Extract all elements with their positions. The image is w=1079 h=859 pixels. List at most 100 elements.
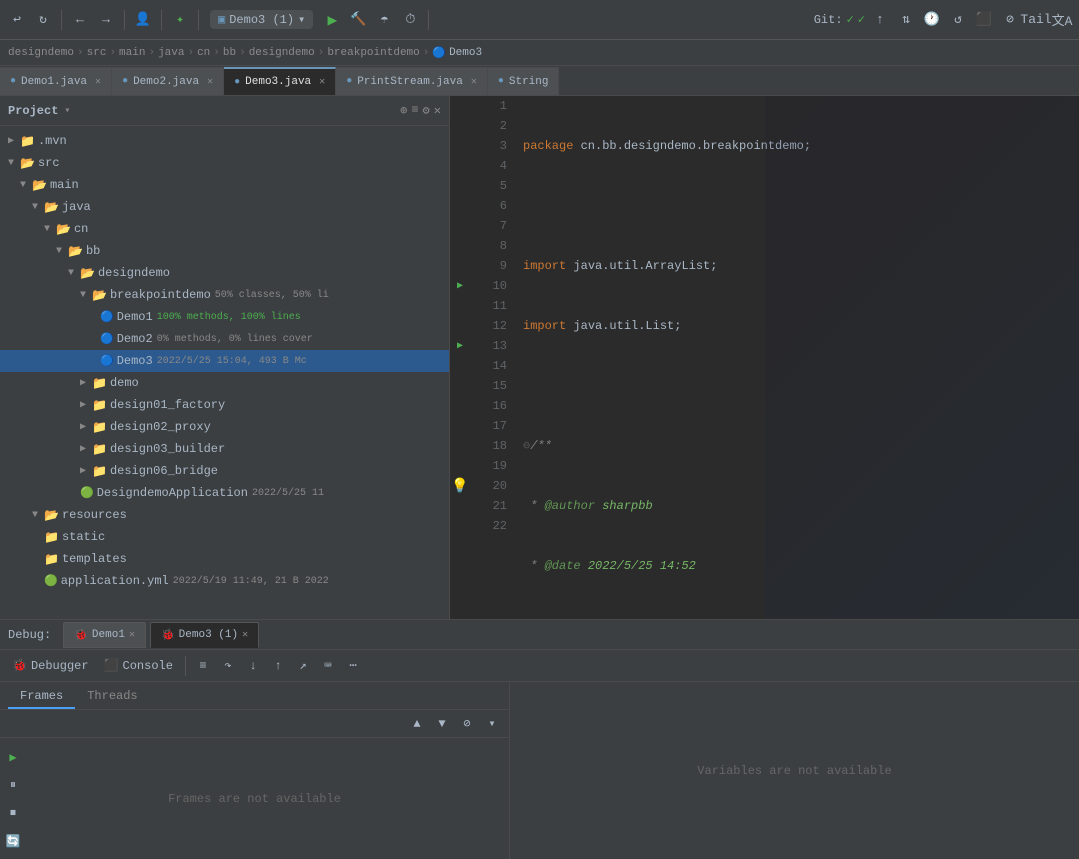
debug-step-over-btn[interactable]: ↷	[217, 655, 239, 677]
tree-src[interactable]: ▼ 📂 src	[0, 152, 449, 174]
profile-btn[interactable]: ⏱	[399, 9, 421, 31]
tree-demo3[interactable]: 🔵 Demo3 2022/5/25 15:04, 493 B Mc	[0, 350, 449, 372]
debug-more-btn[interactable]: ⋯	[342, 655, 364, 677]
debug-evaluate-btn[interactable]: ⌨	[317, 655, 339, 677]
run-config-selector[interactable]: ▣ Demo3 (1) ▾	[210, 10, 313, 29]
debug-session-demo3-close[interactable]: ✕	[242, 629, 248, 641]
git-revert-btn[interactable]: ↺	[947, 9, 969, 31]
tree-demo2[interactable]: 🔵 Demo2 0% methods, 0% lines cover	[0, 328, 449, 350]
project-gear-icon[interactable]: ✕	[434, 103, 441, 118]
refresh-btn[interactable]: ↻	[32, 9, 54, 31]
tab-demo2-close[interactable]: ✕	[207, 76, 213, 88]
tree-design02[interactable]: ▶ 📁 design02_proxy	[0, 416, 449, 438]
cursor-btn[interactable]: ✦	[169, 9, 191, 31]
bc-designdemo2[interactable]: designdemo	[249, 47, 315, 59]
tree-demo3-meta: 2022/5/25 15:04, 493 B Mc	[157, 356, 307, 367]
tree-mvn-label: .mvn	[38, 134, 67, 148]
bc-java[interactable]: java	[158, 47, 184, 59]
tree-designdemo[interactable]: ▼ 📂 designdemo	[0, 262, 449, 284]
tree-demo[interactable]: ▶ 📁 demo	[0, 372, 449, 394]
debug-step-into-btn[interactable]: ↓	[242, 655, 264, 677]
debug-format-btn[interactable]: ≡	[192, 655, 214, 677]
tree-bb[interactable]: ▼ 📂 bb	[0, 240, 449, 262]
debug-session-demo1[interactable]: 🐞 Demo1 ✕	[63, 622, 146, 648]
stop-btn[interactable]: ⊘	[999, 9, 1021, 31]
tab-demo1[interactable]: ● Demo1.java ✕	[0, 67, 112, 95]
translate-btn[interactable]: 文A	[1051, 9, 1073, 31]
tab-threads[interactable]: Threads	[75, 685, 149, 709]
tab-demo1-close[interactable]: ✕	[95, 76, 101, 88]
tree-demo1[interactable]: 🔵 Demo1 100% methods, 100% lines	[0, 306, 449, 328]
frames-up-btn[interactable]: ▲	[406, 713, 428, 735]
console-tab[interactable]: ⬛ Console	[98, 655, 179, 677]
project-collapse-icon[interactable]: ≡	[411, 103, 418, 118]
tree-static[interactable]: 📁 static	[0, 526, 449, 548]
tab-demo2[interactable]: ● Demo2.java ✕	[112, 67, 224, 95]
build-btn[interactable]: 🔨	[347, 9, 369, 31]
bc-cn[interactable]: cn	[197, 47, 210, 59]
project-dropdown-icon[interactable]: ▾	[64, 105, 70, 117]
ln-19: 19	[470, 456, 507, 476]
undo-btn[interactable]: ↩	[6, 9, 28, 31]
frames-settings-btn[interactable]: ▾	[481, 713, 503, 735]
tree-design03[interactable]: ▶ 📁 design03_builder	[0, 438, 449, 460]
tree-java[interactable]: ▼ 📂 java	[0, 196, 449, 218]
code-content[interactable]: package cn.bb.designdemo.breakpointdemo;…	[515, 96, 1079, 619]
git-history-btn[interactable]: 🕐	[921, 9, 943, 31]
debug-run-to-btn[interactable]: ↗	[292, 655, 314, 677]
bc-file-icon: 🔵	[432, 46, 446, 60]
git-check-icon[interactable]: ✓	[847, 12, 854, 27]
debugger-tab[interactable]: 🐞 Debugger	[6, 655, 95, 677]
tab-frames[interactable]: Frames	[8, 685, 75, 709]
ln-20: 20	[470, 476, 507, 496]
ln-18: 18	[470, 436, 507, 456]
git-fetch-btn[interactable]: ⇅	[895, 9, 917, 31]
project-add-icon[interactable]: ⊕	[400, 103, 407, 118]
stop-debug-btn[interactable]: ⏹	[2, 802, 24, 824]
bc-src[interactable]: src	[87, 47, 107, 59]
forward-btn[interactable]: →	[95, 9, 117, 31]
add-btn[interactable]: 👤	[132, 9, 154, 31]
tree-design06[interactable]: ▶ 📁 design06_bridge	[0, 460, 449, 482]
bc-designdemo[interactable]: designdemo	[8, 47, 74, 59]
tree-breakpointdemo[interactable]: ▼ 📂 breakpointdemo 50% classes, 50% li	[0, 284, 449, 306]
tree-templates[interactable]: 📁 templates	[0, 548, 449, 570]
bc-demo3[interactable]: Demo3	[449, 47, 482, 59]
tree-design01[interactable]: ▶ 📁 design01_factory	[0, 394, 449, 416]
tab-demo3-close[interactable]: ✕	[319, 76, 325, 88]
terminal-icon[interactable]: ⬛	[973, 9, 995, 31]
bc-breakpointdemo[interactable]: breakpointdemo	[327, 47, 419, 59]
tree-resources[interactable]: ▼ 📂 resources	[0, 504, 449, 526]
tab-string[interactable]: ● String	[488, 67, 560, 95]
restart-btn[interactable]: 🔄	[2, 830, 24, 852]
bc-bb[interactable]: bb	[223, 47, 236, 59]
tab-printstream-close[interactable]: ✕	[471, 76, 477, 88]
git-push-btn[interactable]: ↑	[869, 9, 891, 31]
tree-appyml[interactable]: 🟢 application.yml 2022/5/19 11:49, 21 B …	[0, 570, 449, 592]
code-editor[interactable]: ▶ ▶ 💡 1 2 3 4 5 6	[450, 96, 1079, 619]
frames-filter-btn[interactable]: ⊘	[456, 713, 478, 735]
tab-demo3[interactable]: ● Demo3.java ✕	[224, 67, 336, 95]
resume-btn[interactable]: ▶	[2, 746, 24, 768]
back-btn[interactable]: ←	[69, 9, 91, 31]
bc-main[interactable]: main	[119, 47, 145, 59]
tree-main[interactable]: ▼ 📂 main	[0, 174, 449, 196]
debug-session-demo1-close[interactable]: ✕	[129, 629, 135, 641]
tree-app-label: DesigndemoApplication	[97, 486, 248, 500]
tab-printstream[interactable]: ● PrintStream.java ✕	[336, 67, 488, 95]
tree-app[interactable]: 🟢 DesigndemoApplication 2022/5/25 11	[0, 482, 449, 504]
pause-btn[interactable]: ⏸	[2, 774, 24, 796]
play-button[interactable]: ▶	[321, 9, 343, 31]
debug-session-demo3[interactable]: 🐞 Demo3 (1) ✕	[150, 622, 259, 648]
tail-label-btn[interactable]: Tail	[1025, 9, 1047, 31]
git-check2-icon[interactable]: ✓	[858, 12, 865, 27]
tree-cn-folder: 📂	[56, 222, 71, 237]
gutter-5	[450, 176, 470, 196]
tree-cn[interactable]: ▼ 📂 cn	[0, 218, 449, 240]
frames-down-btn[interactable]: ▼	[431, 713, 453, 735]
coverage-btn[interactable]: ☂	[373, 9, 395, 31]
bc-sep6: ›	[239, 47, 246, 59]
debug-step-out-btn[interactable]: ↑	[267, 655, 289, 677]
tree-mvn[interactable]: ▶ 📁 .mvn	[0, 130, 449, 152]
project-settings-icon[interactable]: ⚙	[423, 103, 430, 118]
